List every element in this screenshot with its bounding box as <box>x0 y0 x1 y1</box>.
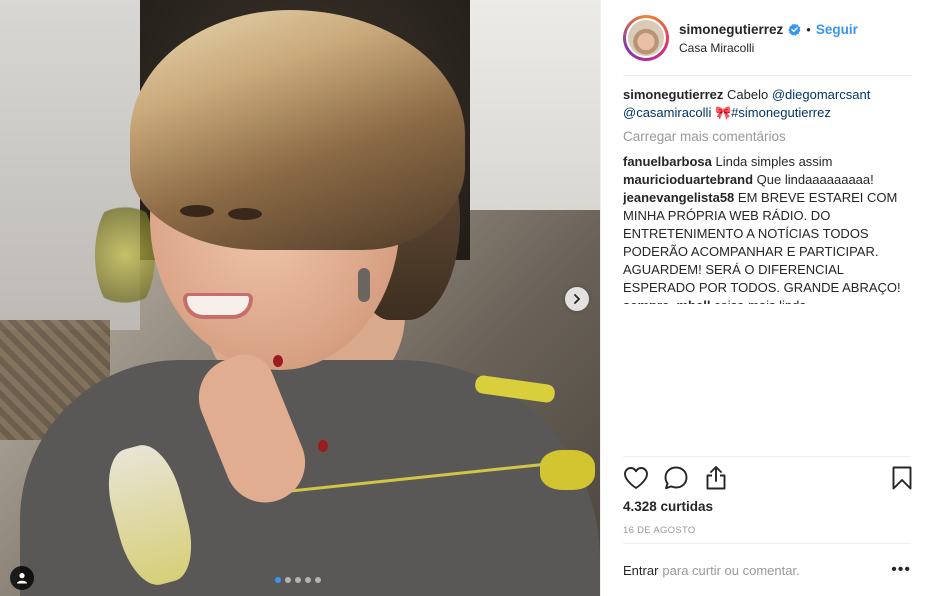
share-button[interactable] <box>703 465 729 491</box>
tagged-users-button[interactable] <box>10 566 34 590</box>
comments-list: simonegutierrez Cabelo @diegomarcsant @c… <box>623 86 915 304</box>
caption-mention[interactable]: @diegomarcsant <box>772 87 870 102</box>
avatar-story-ring[interactable] <box>623 15 669 61</box>
load-more-comments-button[interactable]: Carregar mais comentários <box>623 128 915 146</box>
comment-username[interactable]: fanuelbarbosa <box>623 154 712 169</box>
verified-badge-icon <box>788 22 801 36</box>
comment-text: coisa mais linda <box>710 298 807 304</box>
background-window <box>470 0 600 210</box>
carousel-dot <box>315 577 321 583</box>
comment-hint: para curtir ou comentar. <box>662 563 800 578</box>
location-link[interactable]: Casa Miracolli <box>679 41 858 55</box>
post-photo[interactable] <box>0 0 600 596</box>
share-icon <box>706 466 726 490</box>
actions-divider <box>623 456 911 457</box>
comment-box-divider <box>623 543 911 544</box>
separator-dot: • <box>806 21 811 37</box>
like-button[interactable] <box>623 465 649 491</box>
post-header: simonegutierrez • Seguir Casa Miracolli <box>601 0 933 76</box>
header-divider <box>623 75 912 76</box>
photo-eye-left <box>180 205 214 217</box>
photo-smile <box>183 293 253 319</box>
carousel-next-button[interactable] <box>565 287 589 311</box>
avatar[interactable] <box>626 18 666 58</box>
post-date[interactable]: 16 DE AGOSTO <box>623 525 696 536</box>
comment-username[interactable]: sempre_mhell <box>623 298 710 304</box>
background-plant <box>95 195 155 315</box>
comment-text: Linda simples assim <box>711 154 833 169</box>
photo-shirt <box>20 360 600 596</box>
comment-button[interactable] <box>663 465 689 491</box>
comment-row: fanuelbarbosa Linda simples assim <box>623 153 915 171</box>
follow-button[interactable]: Seguir <box>816 22 858 37</box>
comment-row: mauricioduartebrand Que lindaaaaaaaaa! <box>623 171 915 189</box>
comment-text: Que lindaaaaaaaaa! <box>753 172 874 187</box>
likes-count[interactable]: 4.328 curtidas <box>623 499 713 514</box>
comment-username[interactable]: jeanevangelista58 <box>623 190 734 205</box>
caption-text: Cabelo <box>723 87 772 102</box>
carousel-dot <box>295 577 301 583</box>
comment-row: sempre_mhell coisa mais linda <box>623 297 915 304</box>
instagram-post: simonegutierrez • Seguir Casa Miracolli … <box>0 0 933 596</box>
caption-hashtag[interactable]: #simonegutierrez <box>731 105 831 120</box>
carousel-dot <box>275 577 281 583</box>
carousel-indicator <box>275 577 321 583</box>
action-bar <box>623 462 915 494</box>
photo-eye-right <box>228 208 262 220</box>
login-link[interactable]: Entrar <box>623 563 658 578</box>
header-username[interactable]: simonegutierrez <box>679 22 783 37</box>
photo-earring <box>358 268 370 302</box>
caption-mention[interactable]: @casamiracolli <box>623 105 711 120</box>
caption-username[interactable]: simonegutierrez <box>623 87 723 102</box>
caption-emoji: 🎀 <box>711 105 732 120</box>
save-button[interactable] <box>889 465 915 491</box>
comment-items: fanuelbarbosa Linda simples assim maurici… <box>623 153 915 304</box>
user-tag-icon <box>17 573 27 584</box>
more-options-button[interactable]: ••• <box>891 561 911 579</box>
heart-icon <box>624 467 648 489</box>
comment-username[interactable]: mauricioduartebrand <box>623 172 753 187</box>
comment-icon <box>664 466 688 490</box>
carousel-dot <box>285 577 291 583</box>
comment-row: jeanevangelista58 EM BREVE ESTAREI COM M… <box>623 189 915 297</box>
bookmark-icon <box>892 466 912 490</box>
carousel-dot <box>305 577 311 583</box>
post-sidebar: simonegutierrez • Seguir Casa Miracolli … <box>600 0 933 596</box>
comment-text: EM BREVE ESTAREI COM MINHA PRÓPRIA WEB R… <box>623 190 901 295</box>
post-caption: simonegutierrez Cabelo @diegomarcsant @c… <box>623 86 915 122</box>
chevron-right-icon <box>574 294 580 304</box>
comment-prompt: Entrar para curtir ou comentar. ••• <box>623 561 915 579</box>
